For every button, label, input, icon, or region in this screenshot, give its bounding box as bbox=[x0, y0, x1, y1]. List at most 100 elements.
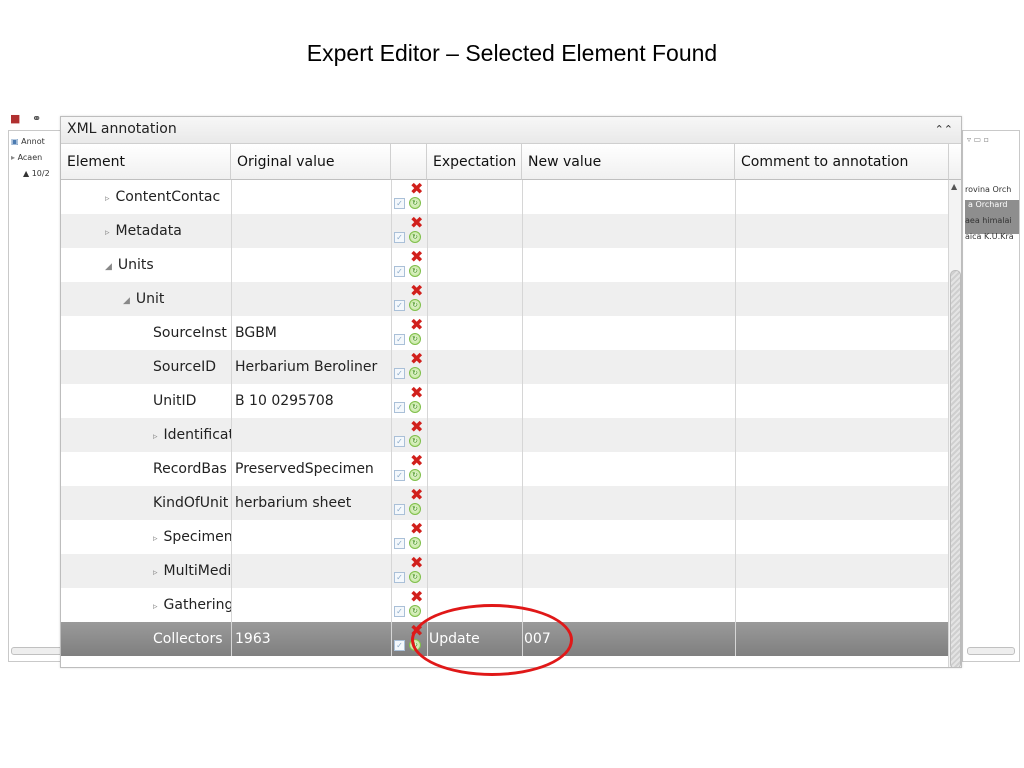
expectation-cell[interactable] bbox=[429, 282, 522, 316]
table-row[interactable]: SourceInst BGBM ✖ ✓ ↻ bbox=[61, 316, 949, 350]
checkbox-icon[interactable]: ✓ bbox=[394, 436, 405, 447]
expand-right-icon[interactable]: ▹ bbox=[153, 522, 158, 554]
table-row[interactable]: ◢ Unit ✖ ✓ ↻ bbox=[61, 282, 949, 316]
checkbox-icon[interactable]: ✓ bbox=[394, 572, 405, 583]
red-x-icon[interactable]: ✖ bbox=[410, 487, 423, 503]
checkbox-icon[interactable]: ✓ bbox=[394, 198, 405, 209]
scroll-up-icon[interactable]: ▲ bbox=[951, 182, 957, 191]
red-x-icon[interactable]: ✖ bbox=[410, 249, 423, 265]
new-value-cell[interactable] bbox=[524, 554, 735, 588]
red-x-icon[interactable]: ✖ bbox=[410, 181, 423, 197]
view-menu-icon[interactable]: ▿ ▭ ▫ bbox=[967, 135, 989, 144]
element-cell[interactable]: ▹ Gathering bbox=[61, 588, 231, 622]
new-value-cell[interactable] bbox=[524, 452, 735, 486]
green-check-icon[interactable]: ↻ bbox=[409, 605, 421, 617]
element-cell[interactable]: ▹ SpecimenU bbox=[61, 520, 231, 554]
red-x-icon[interactable]: ✖ bbox=[410, 351, 423, 367]
expectation-cell[interactable] bbox=[429, 214, 522, 248]
expand-right-icon[interactable]: ▹ bbox=[105, 216, 110, 248]
comment-cell[interactable] bbox=[737, 214, 949, 248]
element-cell[interactable]: ▹ ContentContac bbox=[61, 180, 231, 214]
red-x-icon[interactable]: ✖ bbox=[410, 283, 423, 299]
green-check-icon[interactable]: ↻ bbox=[409, 367, 421, 379]
checkbox-icon[interactable]: ✓ bbox=[394, 300, 405, 311]
green-check-icon[interactable]: ↻ bbox=[409, 333, 421, 345]
expectation-cell[interactable] bbox=[429, 248, 522, 282]
green-check-icon[interactable]: ↻ bbox=[409, 537, 421, 549]
table-row[interactable]: ▹ Metadata ✖ ✓ ↻ bbox=[61, 214, 949, 248]
element-cell[interactable]: SourceID bbox=[61, 350, 231, 384]
expectation-cell[interactable] bbox=[429, 554, 522, 588]
expectation-cell[interactable]: Update bbox=[429, 622, 522, 656]
exit-icon[interactable]: ■ bbox=[10, 113, 22, 125]
column-header-expectation[interactable]: Expectation bbox=[427, 144, 522, 180]
element-cell[interactable]: ▹ Identificat bbox=[61, 418, 231, 452]
checkbox-icon[interactable]: ✓ bbox=[394, 640, 405, 651]
comment-cell[interactable] bbox=[737, 418, 949, 452]
table-row[interactable]: ▹ MultiMedia ✖ ✓ ↻ bbox=[61, 554, 949, 588]
element-cell[interactable]: ◢ Unit bbox=[61, 282, 231, 316]
expand-right-icon[interactable]: ▹ bbox=[105, 182, 110, 214]
expand-down-icon[interactable]: ◢ bbox=[123, 284, 130, 316]
expectation-cell[interactable] bbox=[429, 452, 522, 486]
red-x-icon[interactable]: ✖ bbox=[410, 317, 423, 333]
expectation-cell[interactable] bbox=[429, 418, 522, 452]
vertical-scrollbar[interactable]: ▲ bbox=[948, 180, 961, 667]
element-cell[interactable]: ▹ Metadata bbox=[61, 214, 231, 248]
new-value-cell[interactable] bbox=[524, 486, 735, 520]
green-check-icon[interactable]: ↻ bbox=[409, 265, 421, 277]
table-row[interactable]: KindOfUnit herbarium sheet ✖ ✓ ↻ bbox=[61, 486, 949, 520]
new-value-cell[interactable] bbox=[524, 180, 735, 214]
checkbox-icon[interactable]: ✓ bbox=[394, 368, 405, 379]
expand-right-icon[interactable]: ▹ bbox=[153, 590, 158, 622]
comment-cell[interactable] bbox=[737, 554, 949, 588]
new-value-cell[interactable] bbox=[524, 520, 735, 554]
table-row[interactable]: RecordBas PreservedSpecimen ✖ ✓ ↻ bbox=[61, 452, 949, 486]
comment-cell[interactable] bbox=[737, 588, 949, 622]
horizontal-scrollbar[interactable] bbox=[967, 647, 1015, 655]
new-value-cell[interactable] bbox=[524, 588, 735, 622]
red-x-icon[interactable]: ✖ bbox=[410, 555, 423, 571]
new-value-cell[interactable] bbox=[524, 282, 735, 316]
checkbox-icon[interactable]: ✓ bbox=[394, 470, 405, 481]
scrollbar-thumb[interactable] bbox=[950, 270, 961, 667]
binoculars-icon[interactable]: ⚭ bbox=[32, 113, 44, 125]
green-check-icon[interactable]: ↻ bbox=[409, 197, 421, 209]
red-x-icon[interactable]: ✖ bbox=[410, 623, 423, 639]
table-row[interactable]: SourceID Herbarium Beroliner ✖ ✓ ↻ bbox=[61, 350, 949, 384]
double-chevron-up-icon[interactable]: ⌃⌃ bbox=[935, 123, 953, 136]
comment-cell[interactable] bbox=[737, 316, 949, 350]
new-value-cell[interactable] bbox=[524, 350, 735, 384]
element-cell[interactable]: SourceInst bbox=[61, 316, 231, 350]
red-x-icon[interactable]: ✖ bbox=[410, 453, 423, 469]
element-cell[interactable]: RecordBas bbox=[61, 452, 231, 486]
table-row[interactable]: ◢ Units ✖ ✓ ↻ bbox=[61, 248, 949, 282]
comment-cell[interactable] bbox=[737, 180, 949, 214]
green-check-icon[interactable]: ↻ bbox=[409, 571, 421, 583]
table-row-selected[interactable]: Collectors 1963 ✖ ✓ ↻ Update 007 bbox=[61, 622, 949, 656]
table-row[interactable]: ▹ ContentContac ✖ ✓ ↻ bbox=[61, 180, 949, 214]
element-cell[interactable]: Collectors bbox=[61, 622, 231, 656]
comment-cell[interactable] bbox=[737, 520, 949, 554]
checkbox-icon[interactable]: ✓ bbox=[394, 266, 405, 277]
column-header-element[interactable]: Element bbox=[61, 144, 231, 180]
green-check-icon[interactable]: ↻ bbox=[409, 435, 421, 447]
table-row[interactable]: ▹ Gathering ✖ ✓ ↻ bbox=[61, 588, 949, 622]
new-value-cell[interactable]: 007 bbox=[524, 622, 735, 656]
comment-cell[interactable] bbox=[737, 452, 949, 486]
column-header-actions[interactable] bbox=[391, 144, 427, 180]
red-x-icon[interactable]: ✖ bbox=[410, 521, 423, 537]
table-row[interactable]: ▹ Identificat ✖ ✓ ↻ bbox=[61, 418, 949, 452]
comment-cell[interactable] bbox=[737, 350, 949, 384]
expectation-cell[interactable] bbox=[429, 316, 522, 350]
expectation-cell[interactable] bbox=[429, 486, 522, 520]
column-header-comment[interactable]: Comment to annotation bbox=[735, 144, 949, 180]
checkbox-icon[interactable]: ✓ bbox=[394, 402, 405, 413]
element-cell[interactable]: UnitID bbox=[61, 384, 231, 418]
right-panel-item[interactable]: aica K.U.Kra bbox=[965, 232, 1019, 266]
checkbox-icon[interactable]: ✓ bbox=[394, 504, 405, 515]
element-cell[interactable]: KindOfUnit bbox=[61, 486, 231, 520]
element-cell[interactable]: ◢ Units bbox=[61, 248, 231, 282]
column-header-new-value[interactable]: New value bbox=[522, 144, 735, 180]
green-check-icon[interactable]: ↻ bbox=[409, 299, 421, 311]
